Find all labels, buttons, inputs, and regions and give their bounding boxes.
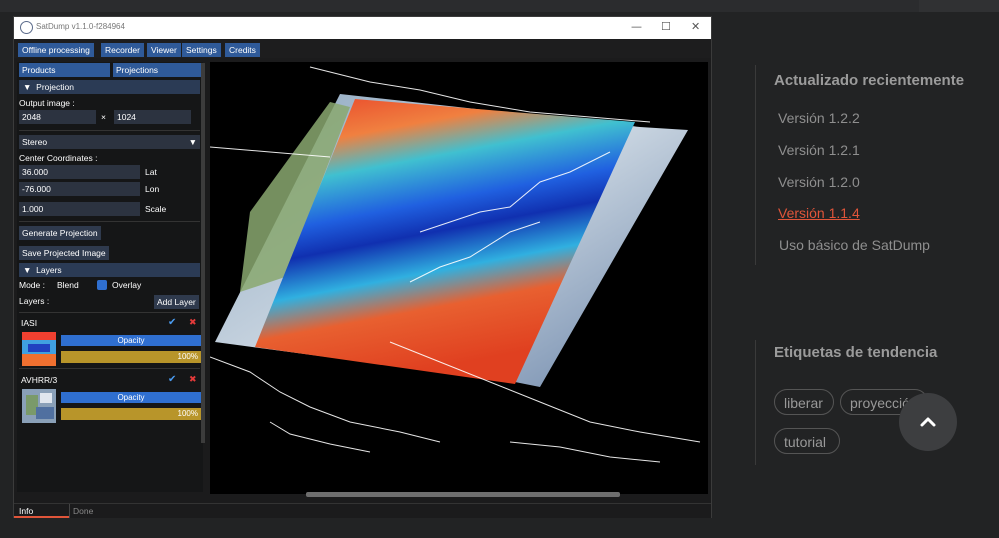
projection-header-label: Projection <box>36 82 74 92</box>
output-width-field[interactable]: 2048 <box>19 110 96 124</box>
avhrr-thumbnail <box>22 389 56 423</box>
recent-heading: Actualizado recientemente <box>774 72 965 89</box>
link-version-1-2-2[interactable]: Versión 1.2.2 <box>778 110 860 126</box>
panel-scrollbar[interactable] <box>201 63 205 443</box>
tags-heading: Etiquetas de tendencia <box>774 344 938 361</box>
check-icon[interactable]: ✔ <box>168 317 176 328</box>
menu-credits[interactable]: Credits <box>225 43 260 57</box>
check-icon[interactable]: ✔ <box>168 374 176 385</box>
satdump-window: SatDump v1.1.0-f284964 — ☐ ✕ Offline pro… <box>13 16 712 518</box>
link-basic-usage[interactable]: Uso básico de SatDump <box>779 237 930 253</box>
status-info-tab[interactable]: Info <box>19 506 33 516</box>
status-bar: Info Done <box>14 503 711 518</box>
delete-icon[interactable]: ✖ <box>189 318 197 328</box>
separator <box>19 312 200 313</box>
iasi-thumbnail <box>22 332 56 366</box>
chevron-down-icon: ▼ <box>188 137 197 147</box>
lat-field[interactable]: 36.000 <box>19 165 140 179</box>
link-version-1-2-0[interactable]: Versión 1.2.0 <box>778 174 860 190</box>
top-bar-extension <box>919 0 999 12</box>
maximize-button[interactable]: ☐ <box>661 20 671 33</box>
layer-name: AVHRR/3 <box>21 375 58 385</box>
separator <box>19 221 200 222</box>
viewer-horizontal-scrollbar[interactable] <box>306 492 620 497</box>
title-bar: SatDump v1.1.0-f284964 — ☐ ✕ <box>14 17 711 39</box>
opacity-slider[interactable]: 100% <box>61 408 201 420</box>
satdump-logo-icon <box>20 21 33 34</box>
layers-header-label: Layers <box>36 265 62 275</box>
menu-offline-processing[interactable]: Offline processing <box>18 43 94 57</box>
menu-bar: Offline processing Recorder Viewer Setti… <box>14 39 711 58</box>
chevron-up-icon <box>920 417 936 427</box>
separator <box>19 130 200 131</box>
lon-label: Lon <box>145 184 160 194</box>
projection-header[interactable]: ▼ Projection <box>19 80 200 94</box>
layers-header[interactable]: ▼ Layers <box>19 263 200 277</box>
browser-top-bar <box>0 0 999 12</box>
menu-viewer[interactable]: Viewer <box>147 43 181 57</box>
projection-type-value: Stereo <box>22 137 48 147</box>
scroll-to-top-button[interactable] <box>899 393 957 451</box>
window-title: SatDump v1.1.0-f284964 <box>36 22 125 31</box>
menu-recorder[interactable]: Recorder <box>101 43 144 57</box>
generate-projection-button[interactable]: Generate Projection <box>19 226 101 240</box>
output-image-label: Output image : <box>19 98 75 108</box>
sidebar-rule <box>755 340 756 465</box>
projection-viewer[interactable] <box>210 62 708 494</box>
opacity-slider[interactable]: 100% <box>61 351 201 363</box>
scale-field[interactable]: 1.000 <box>19 202 140 216</box>
collapse-triangle-icon: ▼ <box>23 265 32 275</box>
mode-label: Mode : <box>19 280 45 290</box>
tab-products[interactable]: Products <box>19 63 110 77</box>
menu-settings[interactable]: Settings <box>182 43 221 57</box>
mode-blend-option[interactable]: Blend <box>57 280 79 290</box>
overlay-checkbox[interactable] <box>97 280 107 290</box>
delete-icon[interactable]: ✖ <box>189 375 197 385</box>
opacity-label: Opacity <box>61 335 201 346</box>
mode-overlay-option[interactable]: Overlay <box>112 280 141 290</box>
center-coordinates-label: Center Coordinates : <box>19 153 98 163</box>
add-layer-button[interactable]: Add Layer <box>154 295 199 309</box>
close-button[interactable]: ✕ <box>691 20 700 33</box>
projection-type-select[interactable]: Stereo ▼ <box>19 135 200 149</box>
tab-projections[interactable]: Projections <box>113 63 201 77</box>
opacity-label: Opacity <box>61 392 201 403</box>
collapse-triangle-icon: ▼ <box>23 82 32 92</box>
projection-panel: Products Projections ▼ Projection Output… <box>17 62 203 492</box>
minimize-button[interactable]: — <box>631 20 642 33</box>
sidebar-rule <box>755 65 756 265</box>
layers-label: Layers : <box>19 296 50 306</box>
link-version-1-1-4[interactable]: Versión 1.1.4 <box>778 205 860 221</box>
status-message: Done <box>73 506 94 516</box>
scale-label: Scale <box>145 204 167 214</box>
output-height-field[interactable]: 1024 <box>114 110 191 124</box>
lon-field[interactable]: -76.000 <box>19 182 140 196</box>
save-projected-image-button[interactable]: Save Projected Image <box>19 246 109 260</box>
tag-tutorial[interactable]: tutorial <box>774 428 840 454</box>
separator <box>19 368 200 369</box>
projected-image <box>210 66 701 463</box>
layer-name: IASI <box>21 318 38 328</box>
status-divider <box>69 504 70 518</box>
lat-label: Lat <box>145 167 157 177</box>
status-tab-underline <box>14 516 69 518</box>
tag-liberar[interactable]: liberar <box>774 389 834 415</box>
link-version-1-2-1[interactable]: Versión 1.2.1 <box>778 142 860 158</box>
times-symbol: × <box>101 112 106 122</box>
